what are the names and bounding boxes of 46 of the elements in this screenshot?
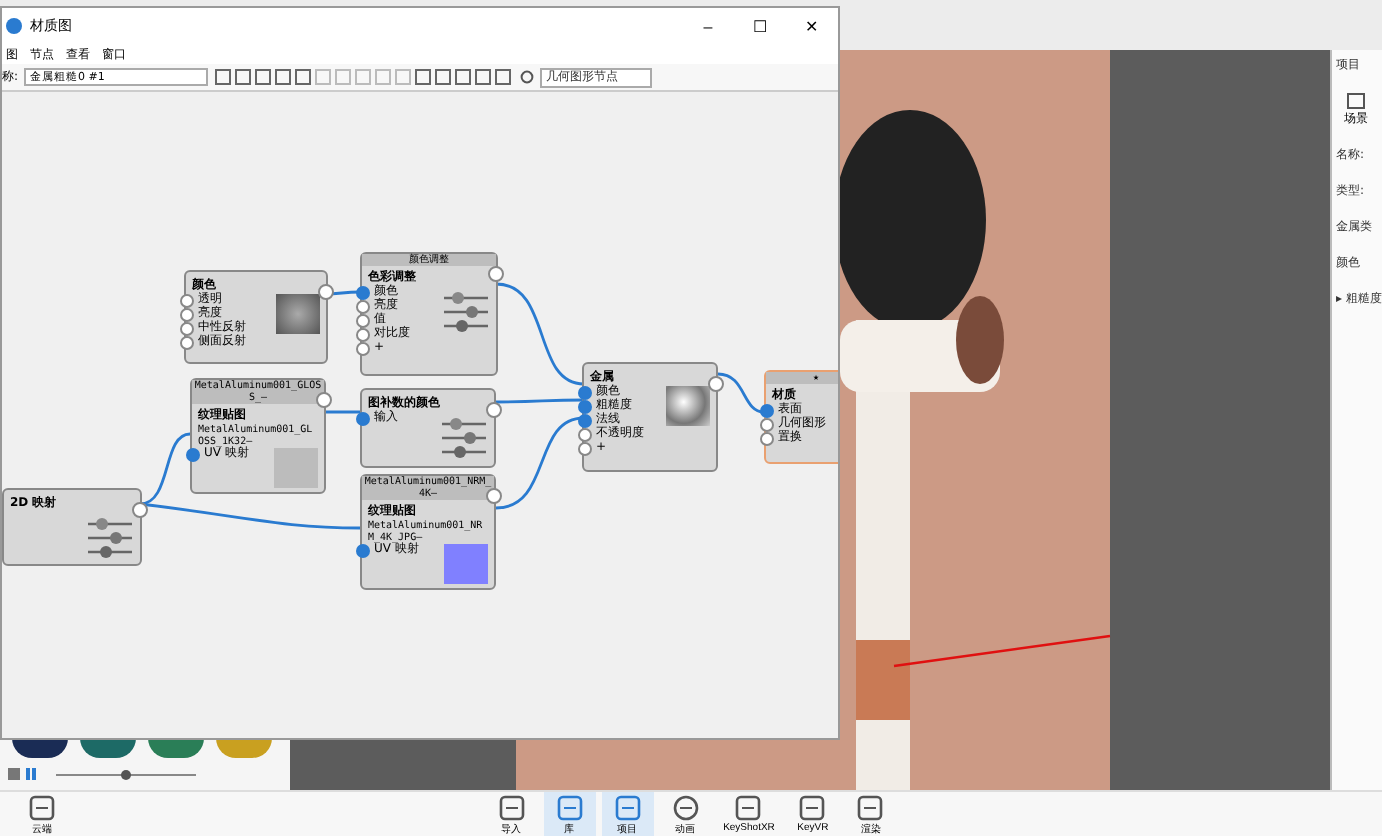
scene-icon <box>1346 92 1366 110</box>
input-port[interactable] <box>180 336 194 350</box>
texture-preview <box>274 448 318 488</box>
material-thumbnail[interactable] <box>80 738 136 758</box>
output-port[interactable] <box>486 402 502 418</box>
sphere-preview <box>666 386 710 426</box>
graph-tools-icon[interactable] <box>214 67 515 87</box>
input-port[interactable] <box>356 286 370 300</box>
output-port[interactable] <box>708 376 724 392</box>
minimize-button[interactable]: – <box>682 8 734 44</box>
output-port[interactable] <box>318 284 334 300</box>
close-button[interactable]: ✕ <box>786 8 838 44</box>
output-port[interactable] <box>132 502 148 518</box>
input-port[interactable] <box>356 314 370 328</box>
input-port[interactable] <box>356 412 370 426</box>
input-port[interactable] <box>578 442 592 456</box>
texture-preview <box>276 294 320 334</box>
texture-preview <box>444 544 488 584</box>
slider-icon <box>440 416 488 460</box>
input-port[interactable] <box>356 342 370 356</box>
output-port[interactable] <box>316 392 332 408</box>
input-port[interactable] <box>578 400 592 414</box>
material-thumbnail[interactable] <box>12 738 68 758</box>
input-port[interactable] <box>760 432 774 446</box>
slider-icon <box>442 290 490 334</box>
maximize-button[interactable]: ☐ <box>734 8 786 44</box>
view-toggle-icon[interactable] <box>8 766 40 782</box>
output-port[interactable] <box>486 488 502 504</box>
input-port[interactable] <box>180 294 194 308</box>
input-port[interactable] <box>578 428 592 442</box>
app-icon <box>6 18 22 34</box>
slider-icon <box>86 516 134 560</box>
input-port[interactable] <box>760 404 774 418</box>
input-port[interactable] <box>760 418 774 432</box>
input-port[interactable] <box>180 322 194 336</box>
input-port[interactable] <box>356 544 370 558</box>
input-port[interactable] <box>356 328 370 342</box>
input-port[interactable] <box>186 448 200 462</box>
output-port[interactable] <box>488 266 504 282</box>
material-thumbnail[interactable] <box>216 738 272 758</box>
input-port[interactable] <box>356 300 370 314</box>
input-port[interactable] <box>180 308 194 322</box>
input-port[interactable] <box>578 386 592 400</box>
search-icon <box>520 70 535 84</box>
material-thumbnail[interactable] <box>148 738 204 758</box>
input-port[interactable] <box>578 414 592 428</box>
